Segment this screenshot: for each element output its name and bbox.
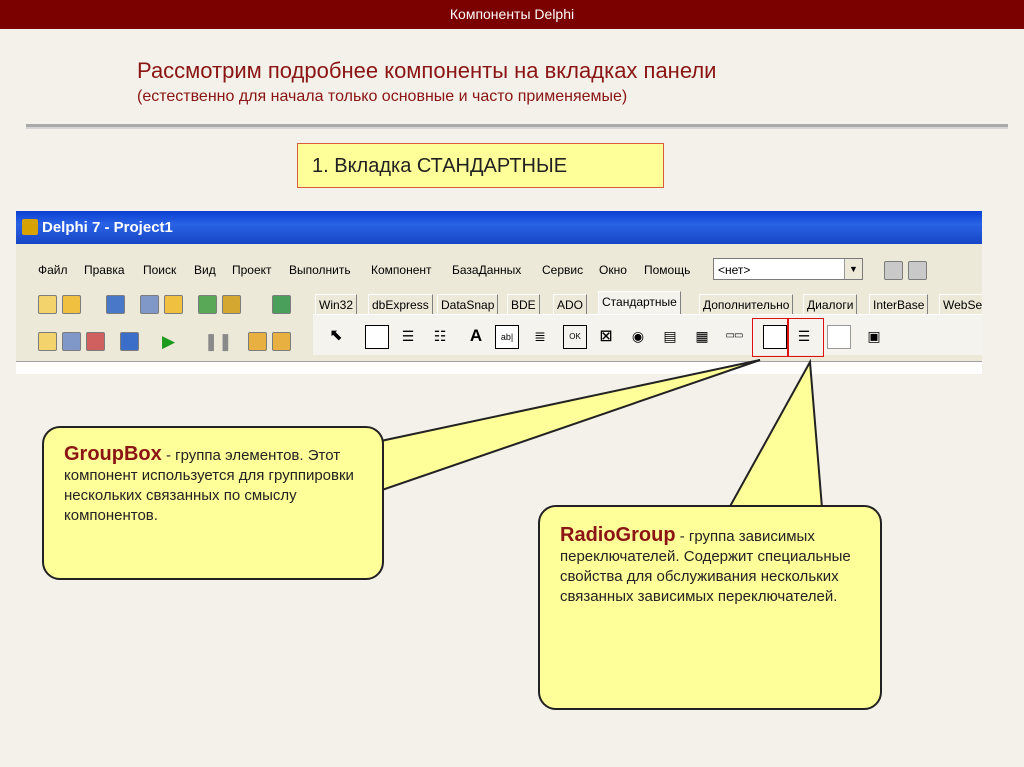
groupbox-name: GroupBox: [64, 443, 162, 465]
radiogroup-callout: RadioGroup - группа зависимых переключат…: [538, 505, 882, 710]
radiogroup-pointer: [726, 358, 825, 522]
groupbox-callout: GroupBox - группа элементов. Этот компон…: [42, 426, 384, 580]
groupbox-pointer: [360, 359, 761, 492]
radiogroup-name: RadioGroup: [560, 524, 676, 546]
